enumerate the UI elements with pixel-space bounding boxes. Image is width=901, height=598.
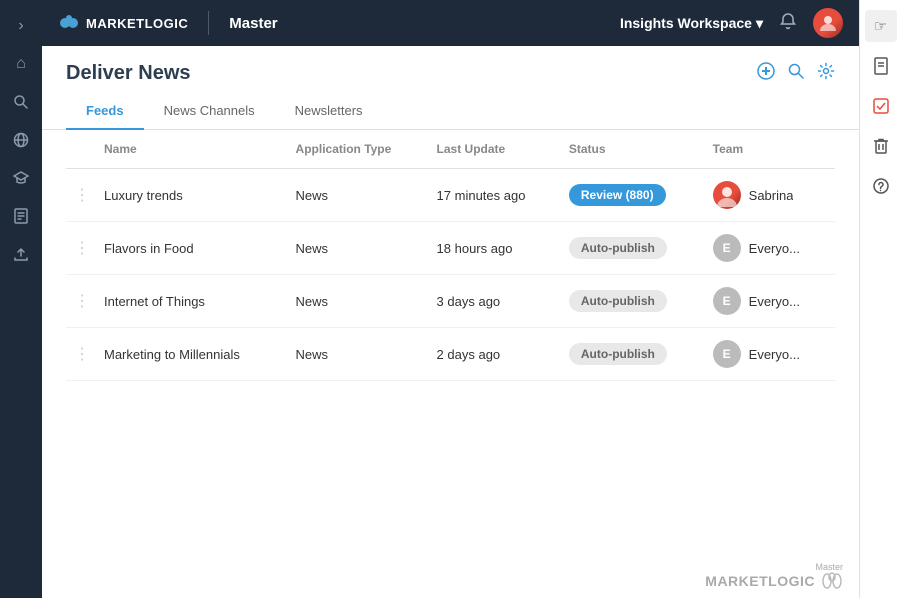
col-app-type: Application Type [288, 130, 429, 169]
row-name: Flavors in Food [96, 222, 288, 275]
table-container: Name Application Type Last Update Status… [42, 130, 859, 554]
row-last-update: 3 days ago [429, 275, 561, 328]
row-handle[interactable]: ⋮ [66, 222, 96, 275]
right-sidebar: ☞ [859, 0, 901, 598]
add-icon[interactable] [757, 62, 775, 85]
row-name: Internet of Things [96, 275, 288, 328]
page-title: Deliver News [66, 62, 191, 85]
graduation-icon[interactable] [5, 162, 37, 194]
globe-icon[interactable] [5, 124, 37, 156]
team-name: Sabrina [749, 188, 794, 203]
status-badge: Auto-publish [569, 290, 667, 312]
row-last-update: 2 days ago [429, 328, 561, 381]
workspace-arrow: ▾ [756, 15, 763, 32]
team-avatar [713, 181, 741, 209]
document-icon[interactable] [5, 200, 37, 232]
row-team: Sabrina [705, 169, 835, 222]
row-status: Auto-publish [561, 328, 705, 381]
status-badge: Auto-publish [569, 343, 667, 365]
row-handle[interactable]: ⋮ [66, 328, 96, 381]
table-row: ⋮Marketing to MillennialsNews2 days ago A… [66, 328, 835, 381]
status-badge: Auto-publish [569, 237, 667, 259]
bottom-brand-name: MARKETLOGIC [705, 573, 815, 589]
table-row: ⋮Luxury trendsNews17 minutes ago Review (… [66, 169, 835, 222]
row-handle[interactable]: ⋮ [66, 275, 96, 328]
tabs-container: Feeds News Channels Newsletters [42, 93, 859, 130]
team-avatar: E [713, 287, 741, 315]
row-app-type: News [288, 275, 429, 328]
row-status: Auto-publish [561, 222, 705, 275]
row-last-update: 18 hours ago [429, 222, 561, 275]
brand-area: MARKETLOGIC Master [58, 11, 278, 35]
page-header: Deliver News [42, 46, 859, 85]
workspace-label: Insights Workspace [620, 15, 752, 31]
row-name: Marketing to Millennials [96, 328, 288, 381]
team-name: Everyo... [749, 294, 800, 309]
bottom-brand-sub: Master [705, 562, 843, 572]
row-team: E Everyo... [705, 222, 835, 275]
upload-icon[interactable] [5, 238, 37, 270]
table-row: ⋮Flavors in FoodNews18 hours ago Auto-pub… [66, 222, 835, 275]
table-row: ⋮Internet of ThingsNews3 days ago Auto-pu… [66, 275, 835, 328]
search-header-icon[interactable] [787, 62, 805, 85]
col-handle [66, 130, 96, 169]
row-app-type: News [288, 328, 429, 381]
top-nav: MARKETLOGIC Master Insights Workspace ▾ [42, 0, 859, 46]
tab-newsletters[interactable]: Newsletters [275, 93, 383, 130]
col-name: Name [96, 130, 288, 169]
brand-divider [208, 11, 209, 35]
team-name: Everyo... [749, 241, 800, 256]
row-status: Auto-publish [561, 275, 705, 328]
col-status: Status [561, 130, 705, 169]
col-team: Team [705, 130, 835, 169]
team-avatar: E [713, 340, 741, 368]
brand-logo-text: MARKETLOGIC [86, 16, 188, 31]
bell-icon[interactable] [779, 12, 797, 35]
row-last-update: 17 minutes ago [429, 169, 561, 222]
status-badge: Review (880) [569, 184, 666, 206]
workspace-button[interactable]: Insights Workspace ▾ [620, 15, 763, 32]
row-app-type: News [288, 169, 429, 222]
row-team: E Everyo... [705, 328, 835, 381]
brand-logo: MARKETLOGIC [58, 13, 188, 33]
row-status: Review (880) [561, 169, 705, 222]
chevron-right-icon[interactable]: › [5, 10, 37, 42]
search-icon[interactable] [5, 86, 37, 118]
feeds-table: Name Application Type Last Update Status… [66, 130, 835, 381]
team-avatar: E [713, 234, 741, 262]
left-sidebar: › ⌂ [0, 0, 42, 598]
row-name: Luxury trends [96, 169, 288, 222]
bookmark-icon[interactable] [865, 50, 897, 82]
settings-icon[interactable] [817, 62, 835, 85]
user-avatar[interactable] [813, 8, 843, 38]
brand-master: Master [229, 15, 277, 32]
checklist-icon[interactable] [865, 90, 897, 122]
row-team: E Everyo... [705, 275, 835, 328]
row-app-type: News [288, 222, 429, 275]
header-actions [757, 62, 835, 85]
team-name: Everyo... [749, 347, 800, 362]
tab-news-channels[interactable]: News Channels [144, 93, 275, 130]
cursor-icon[interactable]: ☞ [865, 10, 897, 42]
nav-right: Insights Workspace ▾ [620, 8, 843, 38]
home-icon[interactable]: ⌂ [5, 48, 37, 80]
bottom-brand: Master MARKETLOGIC [42, 554, 859, 598]
col-last-update: Last Update [429, 130, 561, 169]
row-handle[interactable]: ⋮ [66, 169, 96, 222]
tab-feeds[interactable]: Feeds [66, 93, 144, 130]
main-container: MARKETLOGIC Master Insights Workspace ▾ [42, 0, 859, 598]
page-content: Deliver News [42, 46, 859, 598]
help-icon[interactable] [865, 170, 897, 202]
trash-icon[interactable] [865, 130, 897, 162]
